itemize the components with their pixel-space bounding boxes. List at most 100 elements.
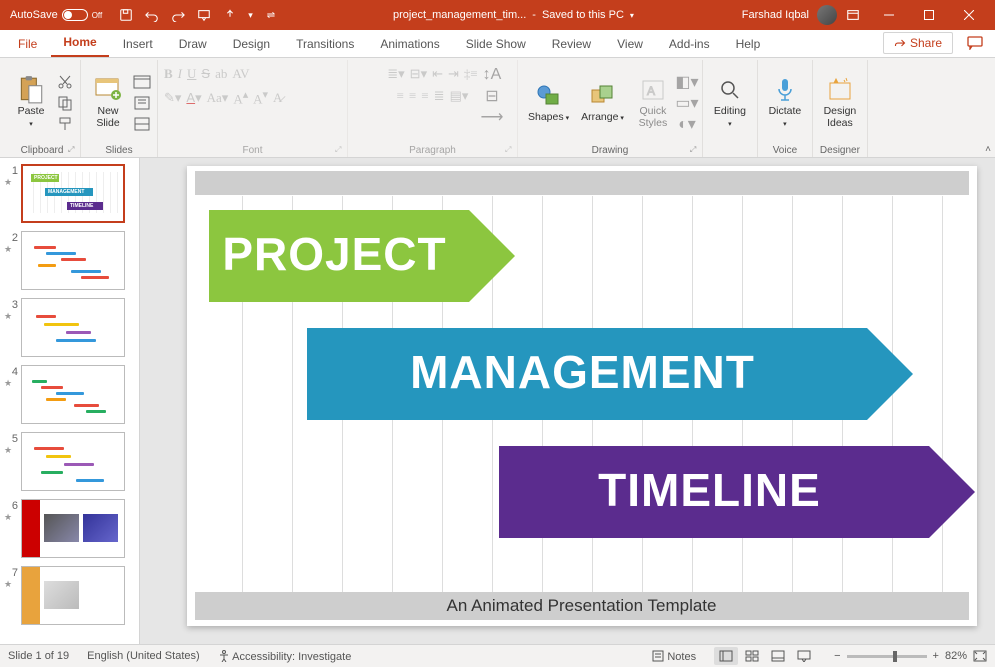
tab-animations[interactable]: Animations <box>368 32 451 57</box>
sorter-view-icon[interactable] <box>740 647 764 665</box>
clipboard-launcher-icon[interactable]: ⤢ <box>68 145 78 155</box>
language[interactable]: English (United States) <box>87 650 200 662</box>
dictate-button[interactable]: Dictate▾ <box>764 74 806 131</box>
copy-icon[interactable] <box>56 94 74 112</box>
shape-effects-icon[interactable]: ◐▾ <box>678 115 696 133</box>
undo-icon[interactable] <box>144 7 160 23</box>
line-spacing-icon[interactable]: ‡≡ <box>464 66 478 82</box>
paste-button[interactable]: Paste▾ <box>10 74 52 131</box>
shape-fill-icon[interactable]: ◧▾ <box>678 73 696 91</box>
arrow-management[interactable]: MANAGEMENT <box>307 328 867 420</box>
arrow-project[interactable]: PROJECT <box>209 210 469 302</box>
font-launcher-icon[interactable]: ⤢ <box>335 145 345 155</box>
tab-slideshow[interactable]: Slide Show <box>454 32 538 57</box>
slide-counter[interactable]: Slide 1 of 19 <box>8 650 69 662</box>
text-direction-icon[interactable]: ↕A <box>483 66 501 84</box>
quick-styles-button[interactable]: A Quick Styles <box>632 74 674 131</box>
indent-increase-icon[interactable]: ⇥ <box>448 66 459 82</box>
maximize-button[interactable] <box>909 0 949 30</box>
save-status[interactable]: Saved to this PC <box>542 9 624 21</box>
columns-icon[interactable]: ▤▾ <box>450 88 469 104</box>
align-right-icon[interactable]: ≡ <box>421 88 428 104</box>
subtitle[interactable]: An Animated Presentation Template <box>195 592 969 620</box>
autosave-toggle[interactable]: AutoSave Off <box>4 9 108 21</box>
user-name[interactable]: Farshad Iqbal <box>742 9 809 21</box>
save-status-chevron-icon[interactable]: ▾ <box>630 11 634 20</box>
section-icon[interactable] <box>133 115 151 133</box>
thumbnail-6[interactable]: 6★ <box>4 499 135 558</box>
cut-icon[interactable] <box>56 73 74 91</box>
fit-to-window-icon[interactable] <box>973 650 987 662</box>
underline-button[interactable]: U <box>187 66 196 82</box>
change-case-button[interactable]: Aa▾ <box>207 90 229 106</box>
tab-insert[interactable]: Insert <box>111 32 165 57</box>
reading-view-icon[interactable] <box>766 647 790 665</box>
justify-icon[interactable]: ≣ <box>434 88 445 104</box>
thumbnail-4[interactable]: 4★ <box>4 365 135 424</box>
font-color-icon[interactable]: A▾ <box>186 90 201 106</box>
reset-icon[interactable] <box>133 94 151 112</box>
paragraph-launcher-icon[interactable]: ⤢ <box>505 145 515 155</box>
shadow-button[interactable]: ab <box>215 66 227 82</box>
editing-button[interactable]: Editing▾ <box>709 74 751 131</box>
bold-button[interactable]: B <box>164 66 173 82</box>
thumbnail-5[interactable]: 5★ <box>4 432 135 491</box>
collapse-ribbon-icon[interactable]: ˄ <box>985 144 991 155</box>
strikethrough-button[interactable]: S <box>201 66 210 82</box>
accessibility-status[interactable]: Accessibility: Investigate <box>218 650 352 663</box>
align-text-icon[interactable]: ⊟ <box>483 87 501 105</box>
minimize-button[interactable] <box>869 0 909 30</box>
arrange-button[interactable]: Arrange ▾ <box>577 80 628 126</box>
touch-mode-icon[interactable] <box>222 7 238 23</box>
thumbnail-3[interactable]: 3★ <box>4 298 135 357</box>
thumbnail-2[interactable]: 2★ <box>4 231 135 290</box>
zoom-out-button[interactable]: − <box>834 650 840 662</box>
smartart-icon[interactable]: ⟶ <box>483 108 501 126</box>
tab-home[interactable]: Home <box>51 30 108 57</box>
avatar[interactable] <box>817 5 837 25</box>
char-spacing-button[interactable]: AV <box>232 66 249 82</box>
comments-button[interactable] <box>961 32 989 54</box>
bullets-icon[interactable]: ≣▾ <box>387 66 404 82</box>
italic-button[interactable]: I <box>178 66 182 82</box>
tab-transitions[interactable]: Transitions <box>284 32 366 57</box>
shapes-button[interactable]: Shapes ▾ <box>524 80 573 126</box>
tab-review[interactable]: Review <box>540 32 603 57</box>
slide-thumbnails[interactable]: 1★ PROJECT MANAGEMENT TIMELINE 2★ 3★ <box>0 158 140 644</box>
zoom-in-button[interactable]: + <box>933 650 939 662</box>
indent-decrease-icon[interactable]: ⇤ <box>432 66 443 82</box>
shape-outline-icon[interactable]: ▭▾ <box>678 94 696 112</box>
format-painter-icon[interactable] <box>56 115 74 133</box>
drawing-launcher-icon[interactable]: ⤢ <box>690 145 700 155</box>
new-slide-button[interactable]: New Slide <box>87 74 129 131</box>
tab-file[interactable]: File <box>6 32 49 57</box>
align-left-icon[interactable]: ≡ <box>397 88 404 104</box>
normal-view-icon[interactable] <box>714 647 738 665</box>
tab-view[interactable]: View <box>605 32 655 57</box>
shrink-font-button[interactable]: A▾ <box>253 88 268 107</box>
zoom-level[interactable]: 82% <box>945 650 967 662</box>
arrow-timeline[interactable]: TIMELINE <box>499 446 929 538</box>
slideshow-view-icon[interactable] <box>792 647 816 665</box>
tab-addins[interactable]: Add-ins <box>657 32 722 57</box>
redo-icon[interactable] <box>170 7 186 23</box>
close-button[interactable] <box>949 0 989 30</box>
thumbnail-1[interactable]: 1★ PROJECT MANAGEMENT TIMELINE <box>4 164 135 223</box>
qat-customize-icon[interactable]: ▾ <box>248 10 253 21</box>
grow-font-button[interactable]: A▴ <box>233 88 248 107</box>
toggle-switch[interactable] <box>62 9 88 21</box>
save-icon[interactable] <box>118 7 134 23</box>
numbering-icon[interactable]: ⊟▾ <box>410 66 427 82</box>
notes-button[interactable]: Notes <box>652 650 696 663</box>
design-ideas-button[interactable]: Design Ideas <box>819 74 861 131</box>
highlight-icon[interactable]: ✎▾ <box>164 90 181 106</box>
start-from-beginning-icon[interactable] <box>196 7 212 23</box>
align-center-icon[interactable]: ≡ <box>409 88 416 104</box>
thumbnail-7[interactable]: 7★ <box>4 566 135 625</box>
ribbon-display-icon[interactable] <box>845 7 861 23</box>
layout-icon[interactable] <box>133 73 151 91</box>
tab-design[interactable]: Design <box>221 32 282 57</box>
zoom-slider[interactable] <box>847 655 927 658</box>
share-button[interactable]: Share <box>883 32 953 54</box>
clear-formatting-button[interactable]: A̷ <box>273 90 282 106</box>
